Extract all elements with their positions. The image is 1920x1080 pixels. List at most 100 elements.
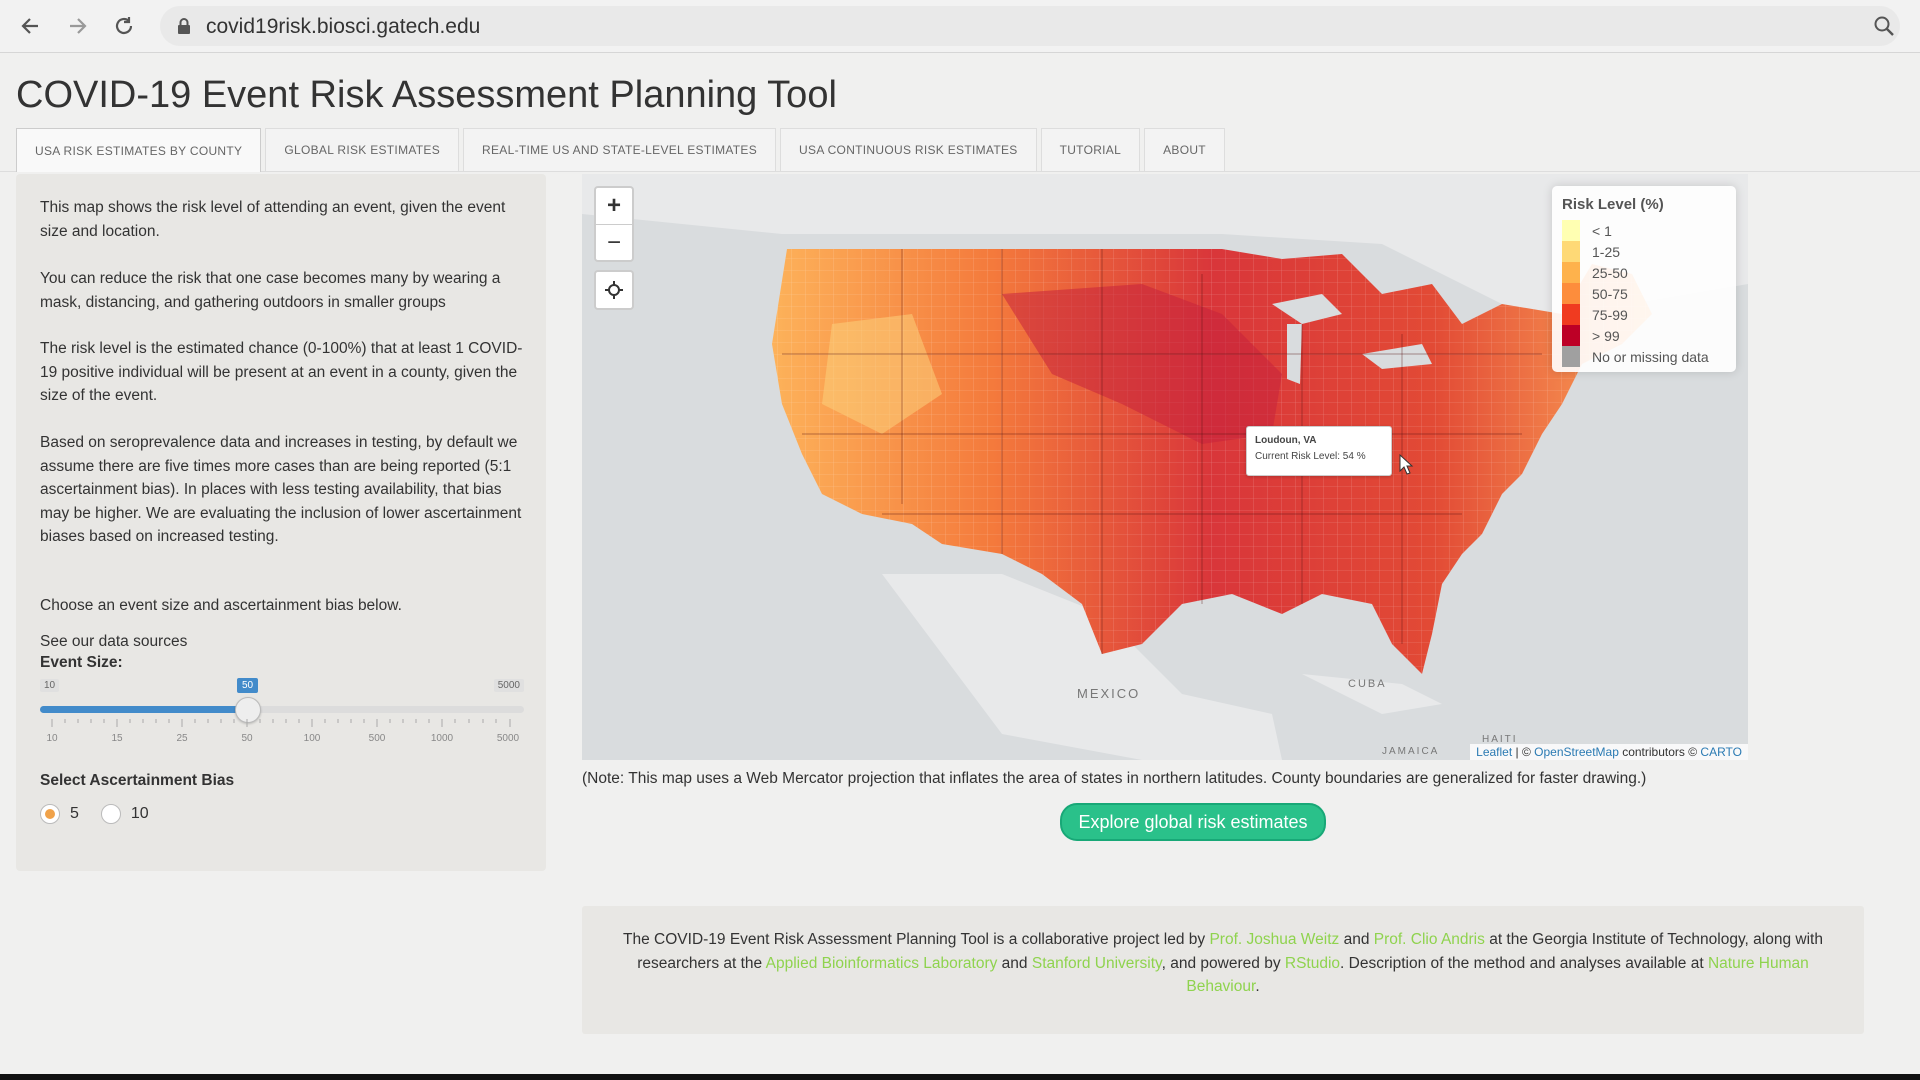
legend-label: < 1 bbox=[1592, 222, 1612, 239]
legend-swatch bbox=[1562, 325, 1580, 346]
legend-item: > 99 bbox=[1562, 325, 1620, 346]
legend-item: < 1 bbox=[1562, 220, 1612, 241]
credits-text-part: . Description of the method and analyses… bbox=[1340, 954, 1708, 972]
legend-item: 75-99 bbox=[1562, 304, 1628, 325]
zoom-in-button[interactable]: + bbox=[596, 188, 632, 225]
choose-paragraph: Choose an event size and ascertainment b… bbox=[40, 597, 402, 614]
legend-swatch bbox=[1562, 241, 1580, 262]
back-button[interactable] bbox=[14, 10, 46, 42]
ascertainment-bias-label: Select Ascertainment Bias bbox=[40, 772, 235, 789]
legend-label: 75-99 bbox=[1592, 306, 1628, 323]
event-size-slider[interactable]: 10 5000 50 10 15 25 50 100 500 1000 5000 bbox=[40, 678, 524, 759]
rstudio-link[interactable]: RStudio bbox=[1285, 955, 1340, 972]
arrow-left-icon bbox=[21, 18, 38, 34]
abil-link[interactable]: Applied Bioinformatics Laboratory bbox=[766, 955, 998, 972]
slider-tick-label: 50 bbox=[241, 733, 253, 744]
address-bar[interactable]: covid19risk.biosci.gatech.edu bbox=[160, 6, 1900, 46]
map-projection-note: (Note: This map uses a Web Mercator proj… bbox=[582, 770, 1647, 787]
tab-usa-risk-by-county[interactable]: USA RISK ESTIMATES BY COUNTY bbox=[16, 128, 262, 172]
slider-tick-label: 15 bbox=[111, 733, 123, 744]
slider-tick-label: 25 bbox=[176, 733, 188, 744]
browser-toolbar: covid19risk.biosci.gatech.edu bbox=[0, 0, 1920, 53]
tab-tutorial[interactable]: TUTORIAL bbox=[1040, 128, 1141, 171]
legend-label: 1-25 bbox=[1592, 243, 1621, 260]
legend-item: 1-25 bbox=[1562, 241, 1620, 262]
map-label-mexico: MEXICO bbox=[1077, 686, 1141, 701]
legend-swatch bbox=[1562, 283, 1580, 304]
zoom-magnifier-icon[interactable] bbox=[1872, 14, 1896, 38]
risk-definition-paragraph: The risk level is the estimated chance (… bbox=[40, 340, 523, 404]
slider-ticks bbox=[51, 719, 511, 727]
legend-item: No or missing data bbox=[1562, 346, 1709, 367]
slider-current-label: 50 bbox=[237, 678, 259, 693]
tab-real-time-us-state[interactable]: REAL-TIME US AND STATE-LEVEL ESTIMATES bbox=[463, 128, 777, 171]
weitz-link[interactable]: Prof. Joshua Weitz bbox=[1209, 931, 1339, 948]
event-size-label: Event Size: bbox=[40, 654, 123, 671]
tooltip-risk: Current Risk Level: 54 % bbox=[1255, 451, 1366, 462]
crosshair-icon bbox=[605, 281, 623, 299]
footer-credits: The COVID-19 Event Risk Assessment Plann… bbox=[582, 906, 1864, 1034]
reload-icon bbox=[115, 17, 133, 35]
credits-text-part: The COVID-19 Event Risk Assessment Plann… bbox=[623, 931, 1210, 948]
legend-swatch bbox=[1562, 262, 1580, 283]
andris-link[interactable]: Prof. Clio Andris bbox=[1374, 931, 1485, 948]
legend-title: Risk Level (%) bbox=[1562, 196, 1664, 213]
arrow-right-icon bbox=[70, 18, 87, 34]
map-attribution: Leaflet | © OpenStreetMap contributors ©… bbox=[1470, 744, 1748, 760]
credits-text-part: , and powered by bbox=[1161, 954, 1285, 972]
credits-text-part: . bbox=[1255, 978, 1260, 995]
data-sources-link[interactable]: See our data sources bbox=[40, 630, 530, 654]
credits-text-part: and bbox=[1339, 931, 1374, 948]
explore-global-risk-button[interactable]: Explore global risk estimates bbox=[1060, 803, 1326, 841]
map-label-jamaica: JAMAICA bbox=[1382, 746, 1440, 757]
legend-swatch bbox=[1562, 346, 1580, 367]
sidebar-panel: This map shows the risk level of attendi… bbox=[16, 174, 546, 871]
tab-global-risk[interactable]: GLOBAL RISK ESTIMATES bbox=[265, 128, 460, 171]
map-label-cuba: CUBA bbox=[1348, 678, 1387, 690]
zoom-out-button[interactable]: − bbox=[596, 225, 632, 261]
lock-icon bbox=[178, 18, 190, 34]
legend-swatch bbox=[1562, 304, 1580, 325]
risk-map[interactable]: + − Risk Level (%) < 1 1-25 25-50 50-75 … bbox=[582, 174, 1748, 760]
credits-text-part: and bbox=[997, 954, 1032, 972]
intro-paragraph: This map shows the risk level of attendi… bbox=[40, 199, 506, 240]
credits-text: The COVID-19 Event Risk Assessment Plann… bbox=[602, 928, 1844, 999]
leaflet-link[interactable]: Leaflet bbox=[1476, 745, 1512, 759]
mouse-pointer-icon bbox=[1399, 454, 1414, 475]
slider-min-label: 10 bbox=[40, 679, 60, 692]
osm-link[interactable]: OpenStreetMap bbox=[1534, 745, 1619, 759]
legend-item: 50-75 bbox=[1562, 283, 1628, 304]
legend-label: 50-75 bbox=[1592, 285, 1628, 302]
screen-bottom-edge bbox=[0, 1074, 1920, 1080]
risk-legend: Risk Level (%) < 1 1-25 25-50 50-75 75-9… bbox=[1552, 186, 1736, 372]
bias-option-label: 10 bbox=[130, 805, 149, 822]
county-tooltip: Loudoun, VA Current Risk Level: 54 % bbox=[1246, 426, 1392, 476]
legend-label: No or missing data bbox=[1592, 348, 1709, 365]
slider-tick-label: 10 bbox=[46, 733, 58, 744]
slider-tick-label: 100 bbox=[303, 733, 321, 744]
tab-usa-continuous-risk[interactable]: USA CONTINUOUS RISK ESTIMATES bbox=[780, 128, 1037, 171]
legend-label: 25-50 bbox=[1592, 264, 1628, 281]
bias-radio-5[interactable] bbox=[40, 804, 60, 824]
stanford-link[interactable]: Stanford University bbox=[1032, 955, 1162, 972]
reload-button[interactable] bbox=[108, 10, 140, 42]
tab-bar: USA RISK ESTIMATES BY COUNTY GLOBAL RISK… bbox=[16, 128, 1229, 172]
tab-about[interactable]: ABOUT bbox=[1144, 128, 1225, 171]
slider-max-label: 5000 bbox=[493, 679, 524, 692]
carto-link[interactable]: CARTO bbox=[1700, 745, 1742, 759]
legend-swatch bbox=[1562, 220, 1580, 241]
attribution-text: | © bbox=[1512, 745, 1535, 759]
slider-tick-label: 5000 bbox=[496, 733, 520, 744]
page-title: COVID-19 Event Risk Assessment Planning … bbox=[16, 74, 837, 116]
legend-label: > 99 bbox=[1592, 327, 1620, 344]
seroprevalence-paragraph: Based on seroprevalence data and increas… bbox=[40, 434, 522, 545]
slider-tick-label: 500 bbox=[368, 733, 386, 744]
zoom-control: + − bbox=[594, 186, 634, 262]
legend-item: 25-50 bbox=[1562, 262, 1628, 283]
mask-paragraph: You can reduce the risk that one case be… bbox=[40, 270, 501, 311]
slider-tick-label: 1000 bbox=[430, 733, 454, 744]
forward-button[interactable] bbox=[62, 10, 94, 42]
url-text: covid19risk.biosci.gatech.edu bbox=[206, 15, 481, 38]
locate-button[interactable] bbox=[594, 270, 634, 310]
bias-radio-10[interactable] bbox=[100, 804, 121, 824]
